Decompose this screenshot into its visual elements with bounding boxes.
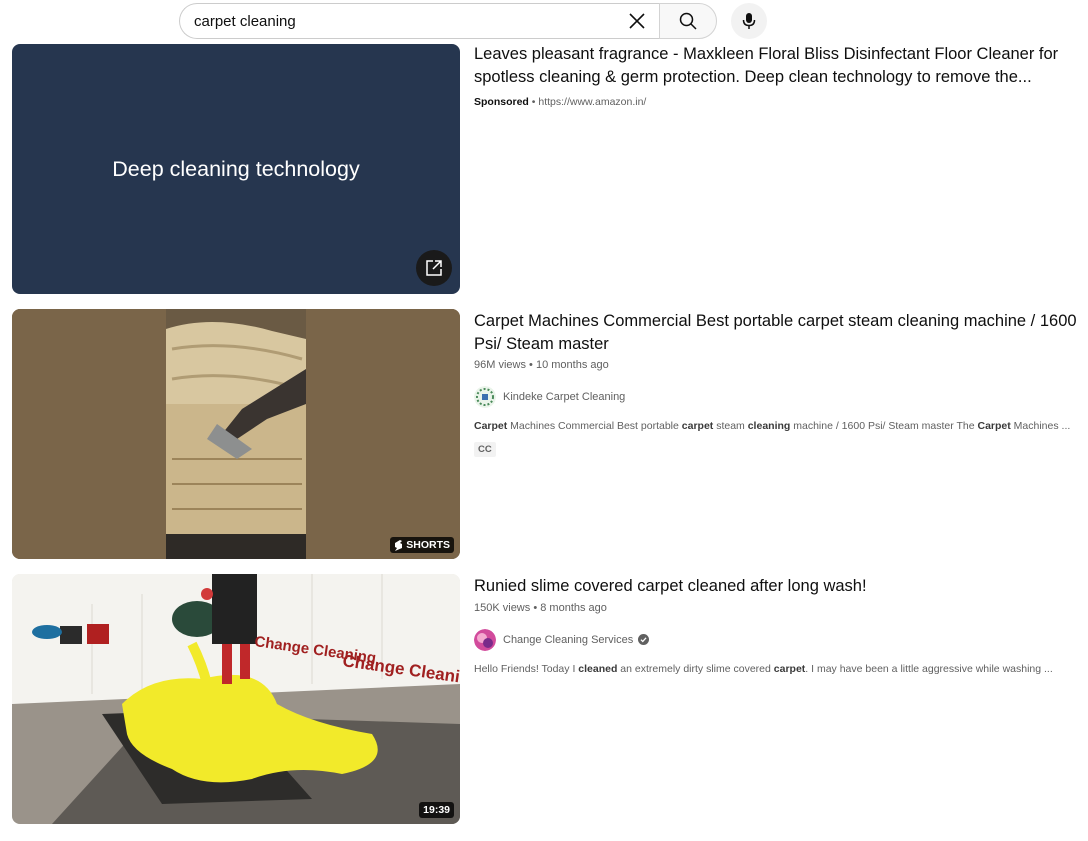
ad-sponsored-line: Sponsored • https://www.amazon.in/: [474, 96, 1082, 108]
voice-search-button[interactable]: [731, 3, 767, 39]
video-thumbnail[interactable]: SHORTS: [12, 309, 460, 559]
thumbnail-image: [12, 309, 460, 559]
duration-badge: 19:39: [419, 802, 454, 818]
clear-search-button[interactable]: [623, 7, 651, 35]
ad-result: Deep cleaning technology Leaves pleasant…: [12, 44, 1082, 294]
channel-link[interactable]: Change Cleaning Services: [474, 628, 1082, 651]
cc-badge: CC: [474, 442, 496, 457]
duration: 19:39: [423, 804, 450, 816]
video-title[interactable]: Carpet Machines Commercial Best portable…: [474, 310, 1082, 355]
search-box: [179, 3, 659, 39]
search-bar: [179, 3, 717, 39]
shorts-label: SHORTS: [406, 539, 450, 551]
sponsored-label: Sponsored: [474, 96, 529, 108]
channel-name[interactable]: Kindeke Carpet Cleaning: [503, 391, 625, 403]
shorts-badge: SHORTS: [390, 537, 454, 553]
ad-info: Leaves pleasant fragrance - Maxkleen Flo…: [474, 43, 1082, 294]
upload-age: 10 months ago: [535, 359, 609, 371]
video-meta: 150K views • 8 months ago: [474, 599, 1082, 617]
separator: •: [529, 359, 533, 371]
view-count: 150K views: [474, 601, 531, 614]
avatar[interactable]: [474, 628, 496, 651]
channel-name[interactable]: Change Cleaning Services: [503, 634, 633, 646]
ad-title[interactable]: Leaves pleasant fragrance - Maxkleen Flo…: [474, 43, 1082, 88]
upload-age: 8 months ago: [540, 601, 607, 614]
video-meta: 96M views • 10 months ago: [474, 356, 1082, 374]
view-count: 96M views: [474, 359, 526, 371]
ad-url[interactable]: https://www.amazon.in/: [538, 96, 646, 108]
ad-thumbnail-text: Deep cleaning technology: [112, 156, 360, 181]
avatar[interactable]: [474, 386, 496, 408]
search-button[interactable]: [659, 3, 717, 39]
microphone-icon: [742, 13, 756, 29]
video-info: Runied slime covered carpet cleaned afte…: [474, 575, 1082, 824]
video-thumbnail[interactable]: Change Cleaning Change Cleanin 19:39: [12, 574, 460, 824]
video-description: Hello Friends! Today I cleaned an extrem…: [474, 662, 1053, 675]
external-link-icon: [426, 260, 442, 276]
verified-check-icon: [638, 634, 650, 645]
separator: •: [531, 96, 536, 108]
close-icon: [629, 13, 645, 29]
external-link-button[interactable]: [416, 250, 452, 286]
separator: •: [533, 601, 538, 614]
video-title[interactable]: Runied slime covered carpet cleaned afte…: [474, 575, 1082, 598]
search-icon: [679, 12, 697, 30]
video-info: Carpet Machines Commercial Best portable…: [474, 310, 1082, 559]
shorts-icon: [395, 539, 403, 551]
thumbnail-image: Change Cleaning Change Cleanin: [12, 574, 460, 824]
channel-link[interactable]: Kindeke Carpet Cleaning: [474, 386, 1082, 408]
video-result: SHORTS Carpet Machines Commercial Best p…: [12, 309, 1082, 559]
search-input[interactable]: [194, 12, 623, 30]
video-description: Carpet Machines Commercial Best portable…: [474, 420, 1071, 432]
video-result: Change Cleaning Change Cleanin 19:39 Run…: [12, 574, 1082, 824]
ad-thumbnail[interactable]: Deep cleaning technology: [12, 44, 460, 294]
